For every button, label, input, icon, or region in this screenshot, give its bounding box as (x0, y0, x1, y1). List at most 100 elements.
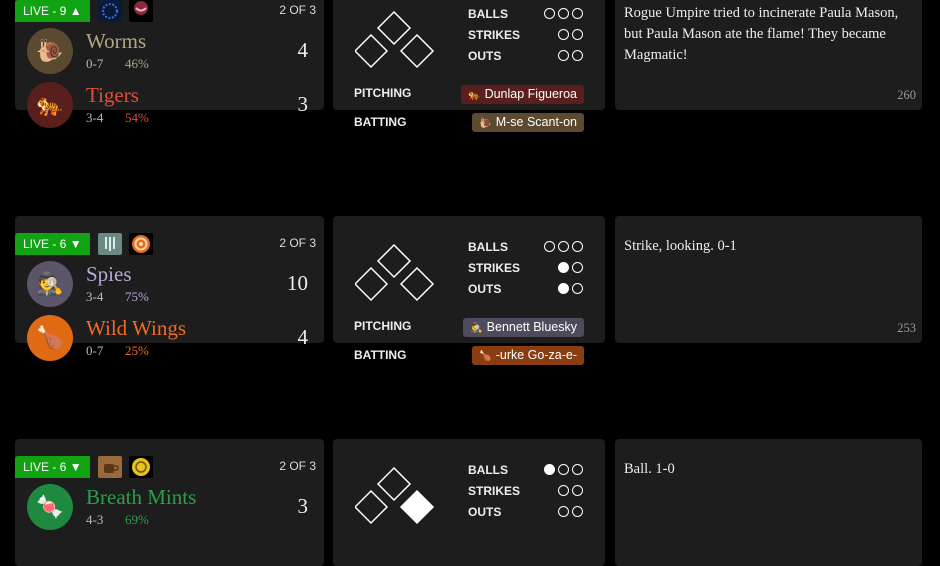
outs-dot (572, 50, 583, 61)
balls-label: BALLS (468, 240, 508, 254)
outs-dot (558, 283, 569, 294)
pitcher-name[interactable]: Dunlap Figueroa (485, 87, 577, 101)
event-count: 253 (897, 321, 916, 335)
away-team-row[interactable]: 🍬 Breath Mints 4-3 69% 3 (27, 484, 314, 532)
first-base (399, 266, 435, 302)
event-count: 260 (897, 88, 916, 102)
batter-team-icon: 🐌 (479, 118, 492, 129)
strikes-indicator (558, 29, 583, 40)
away-team-name[interactable]: Worms (86, 29, 146, 54)
field-card: BALLS STRIKES OUTS PITCHING 🕵 Bennett Bluesky… (333, 216, 605, 365)
away-team-score: 4 (297, 38, 309, 62)
batter-chip[interactable]: 🐌 M-se Scant-on (472, 113, 584, 132)
pitching-label: PITCHING (354, 86, 412, 100)
outs-label: OUTS (468, 49, 502, 63)
balls-indicator (544, 241, 583, 252)
pitcher-chip[interactable]: 🐅 Dunlap Figueroa (461, 85, 584, 104)
strikes-indicator (558, 485, 583, 496)
strikes-dot (558, 485, 569, 496)
away-team-icon: 🕵 (27, 261, 73, 307)
scoreboard-card[interactable]: LIVE - 6 ▼ 2 OF 3 🕵 Spies 3-4 75% 10 🍗 Wild Wing… (15, 216, 324, 361)
away-team-icon: 🍬 (27, 484, 73, 530)
away-team-record: 4-3 (86, 512, 104, 527)
series-count: 2 OF 3 (279, 459, 316, 473)
home-team-row[interactable]: 🍗 Wild Wings 0-7 25% 4 (27, 315, 314, 363)
scoreboard-card[interactable]: LIVE - 6 ▼ 2 OF 3 🍬 Breath Mints 4-3 69% 3 (15, 439, 324, 566)
peanuts-weather-icon (129, 0, 153, 22)
pitcher-chip[interactable]: 🕵 Bennett Bluesky (463, 318, 584, 337)
away-team-win-pct: 75% (125, 289, 149, 304)
strikes-dot (558, 262, 569, 273)
pitcher-team-icon: 🐅 (468, 90, 481, 101)
second-base (376, 466, 412, 502)
pitching-label: PITCHING (354, 319, 412, 333)
strikes-indicator (558, 262, 583, 273)
batter-name[interactable]: -urke Go-za-e- (496, 348, 577, 362)
home-team-name[interactable]: Wild Wings (86, 316, 186, 341)
away-team-record: 3-4 (86, 289, 104, 304)
strikes-dot (572, 485, 583, 496)
balls-dot (544, 8, 555, 19)
strikes-label: STRIKES (468, 484, 521, 498)
balls-dot (558, 241, 569, 252)
coffee-weather-icon (98, 456, 122, 478)
first-base (399, 489, 435, 525)
away-team-icon: 🐌 (27, 28, 73, 74)
pitcher-team-icon: 🕵 (470, 323, 483, 334)
balls-label: BALLS (468, 463, 508, 477)
away-team-score: 3 (297, 494, 309, 518)
batter-name[interactable]: M-se Scant-on (496, 115, 577, 129)
target-weather-icon (129, 233, 153, 255)
outs-dot (572, 283, 583, 294)
home-team-record: 0-7 (86, 343, 104, 358)
pitcher-name[interactable]: Bennett Bluesky (487, 320, 577, 334)
strikes-label: STRIKES (468, 261, 521, 275)
away-team-win-pct: 46% (125, 56, 149, 71)
home-team-name[interactable]: Tigers (86, 83, 139, 108)
batting-label: BATTING (354, 348, 407, 362)
game-log-text: Strike, looking. 0-1 (624, 238, 737, 254)
scoreboard-card[interactable]: LIVE - 9 ▲ 2 OF 3 🐌 Worms 0-7 46% 4 🐅 Tigers 3-4 5… (15, 0, 324, 128)
field-card: BALLS STRIKES OUTS (333, 439, 605, 566)
game-log-card: Ball. 1-0 (615, 439, 922, 566)
home-team-icon: 🍗 (27, 315, 73, 361)
away-team-win-pct: 69% (125, 512, 149, 527)
outs-label: OUTS (468, 505, 502, 519)
home-team-record: 3-4 (86, 110, 104, 125)
batting-label: BATTING (354, 115, 407, 129)
outs-indicator (558, 50, 583, 61)
away-team-record: 0-7 (86, 56, 104, 71)
away-team-row[interactable]: 🕵 Spies 3-4 75% 10 (27, 261, 314, 309)
game-log-card: Strike, looking. 0-1 253 (615, 216, 922, 343)
bases-diamond (355, 243, 435, 302)
outs-dot (572, 506, 583, 517)
bases-diamond (355, 466, 435, 525)
away-team-row[interactable]: 🐌 Worms 0-7 46% 4 (27, 28, 314, 76)
away-team-name[interactable]: Breath Mints (86, 485, 196, 510)
outs-indicator (558, 506, 583, 517)
balls-indicator (544, 464, 583, 475)
game-log-text: Rogue Umpire tried to incinerate Paula M… (624, 5, 899, 63)
game-header: LIVE - 9 ▲ 2 OF 3 (15, 0, 324, 22)
balls-label: BALLS (468, 7, 508, 21)
third-base (355, 489, 389, 525)
bases-diamond (355, 10, 435, 69)
balls-dot (544, 241, 555, 252)
live-inning-badge: LIVE - 6 ▼ (15, 456, 90, 478)
balls-dot (558, 8, 569, 19)
home-team-score: 4 (297, 325, 309, 349)
home-team-row[interactable]: 🐅 Tigers 3-4 54% 3 (27, 82, 314, 130)
live-inning-badge: LIVE - 9 ▲ (15, 0, 90, 22)
series-count: 2 OF 3 (279, 3, 316, 17)
second-base (376, 243, 412, 279)
outs-label: OUTS (468, 282, 502, 296)
third-base (355, 33, 389, 69)
home-team-win-pct: 25% (125, 343, 149, 358)
away-team-name[interactable]: Spies (86, 262, 132, 287)
balls-dot (572, 464, 583, 475)
first-base (399, 33, 435, 69)
balls-dot (572, 8, 583, 19)
batter-team-icon: 🍗 (479, 351, 492, 362)
batter-chip[interactable]: 🍗 -urke Go-za-e- (472, 346, 584, 365)
second-base (376, 10, 412, 46)
